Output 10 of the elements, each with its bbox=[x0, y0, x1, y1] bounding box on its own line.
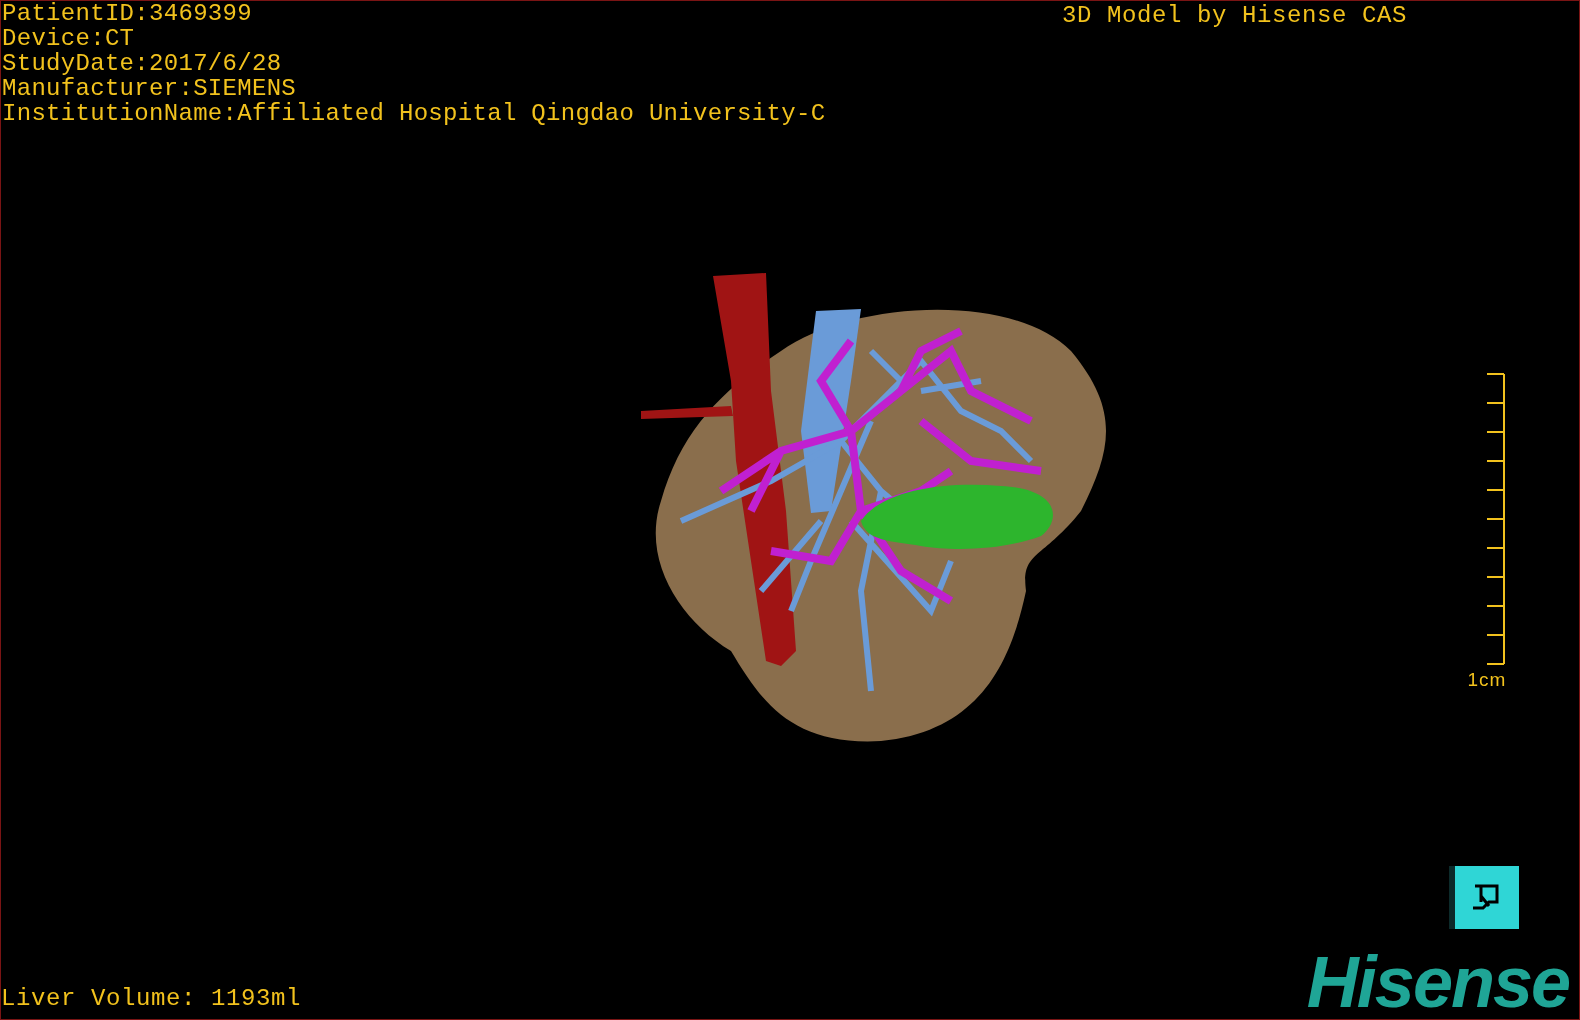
liver-volume-text: Liver Volume: 1193ml bbox=[1, 985, 302, 1013]
scale-label: 1cm bbox=[1467, 670, 1507, 690]
logo: Hisense bbox=[1306, 949, 1570, 1015]
study-info-text: Device:CT bbox=[2, 26, 136, 51]
study-info-text: PatientID:3469399 bbox=[2, 1, 253, 26]
view-button[interactable] bbox=[1449, 866, 1519, 929]
study-info-text: Manufacturer:SIEMENS bbox=[2, 76, 298, 101]
study-info-text: StudyDate:2017/6/28 bbox=[2, 51, 283, 76]
study-info-text: InstitutionName:Affiliated Hospital Qingdao University-C bbox=[2, 101, 826, 126]
viewer-title: 3D Model by Hisense CAS bbox=[1061, 1, 1407, 31]
